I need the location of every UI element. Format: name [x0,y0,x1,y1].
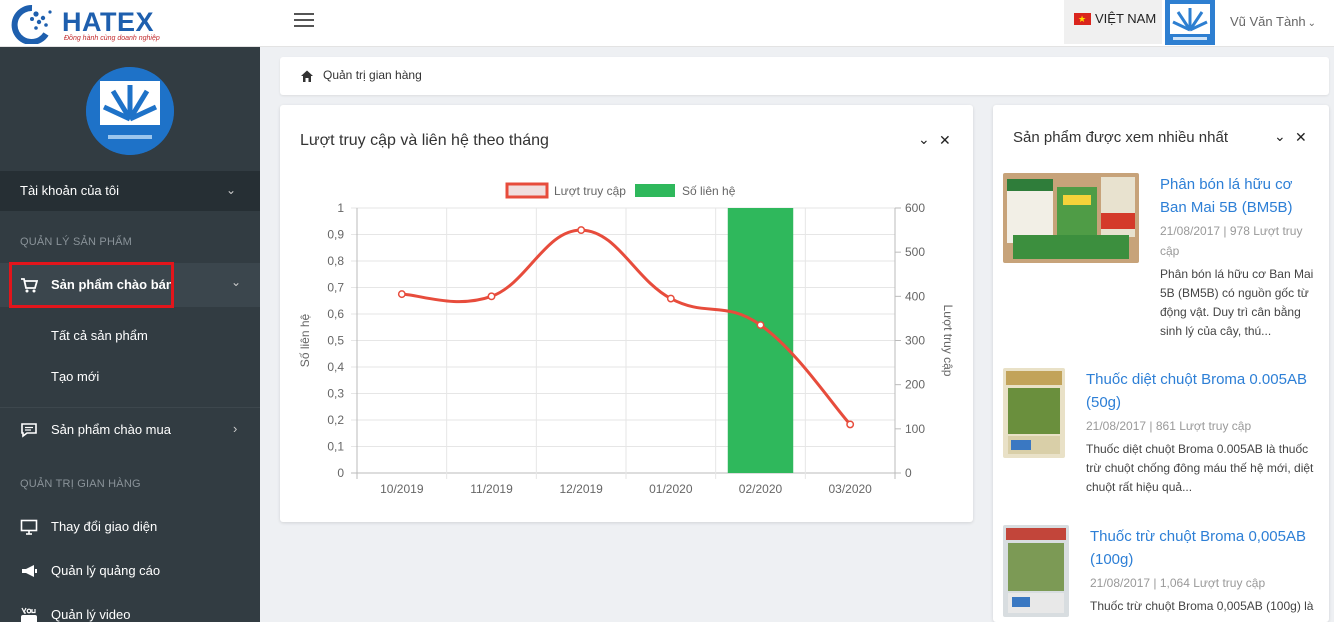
y-tick-label: 0 [337,466,344,480]
y-axis-title: Số liên hệ [298,313,312,367]
logo-tagline: Đồng hành cùng doanh nghiệp [64,35,160,42]
breadcrumb-current: Quản trị gian hàng [323,68,422,82]
product-title-link[interactable]: Thuốc diệt chuột Broma 0.005AB (50g) [1086,368,1321,414]
y-tick-label: 0,5 [327,334,344,348]
monitor-icon [20,519,38,535]
logo-mark-icon [11,4,52,44]
account-menu[interactable]: Tài khoản của tôi ⌄ [0,171,260,211]
y-tick-label: 0,2 [327,413,344,427]
legend-label: Lượt truy cập [554,184,626,198]
y-tick-label: 0,3 [327,387,344,401]
y-tick-label: 0,4 [327,360,344,374]
product-meta: 21/08/2017 | 978 Lượt truy cập [1160,224,1303,258]
megaphone-icon [22,565,37,577]
y-tick-label: 0,8 [327,254,344,268]
chat-icon [21,423,37,438]
y2-tick-label: 300 [905,334,925,348]
close-icon[interactable]: ✕ [1295,129,1307,146]
y-tick-label: 0,9 [327,228,344,242]
line-point [397,290,406,299]
highlight-annotation [9,262,174,308]
product-meta: 21/08/2017 | 1,064 Lượt truy cập [1090,576,1266,590]
product-title-link[interactable]: Thuốc trừ chuột Broma 0,005AB (100g) [1090,525,1322,571]
y-tick-label: 1 [337,201,344,215]
store-logo-thumbnail[interactable] [1165,0,1215,45]
legend-swatch-luot-truy-cap [505,182,549,199]
y-tick-label: 0,7 [327,281,344,295]
y2-tick-label: 500 [905,245,925,259]
home-icon[interactable] [300,69,314,83]
youtube-icon [21,607,37,622]
product-title-link[interactable]: Phân bón lá hữu cơ Ban Mai 5B (BM5B) [1160,173,1320,219]
x-tick-label: 10/2019 [380,482,424,496]
y-tick-label: 0,1 [327,440,344,454]
sidebar-item-change-ui[interactable]: Thay đổi giao diện [0,505,260,549]
y2-tick-label: 100 [905,422,925,436]
menu-toggle-icon[interactable] [294,13,314,33]
line-point [846,420,855,429]
store-avatar[interactable] [86,67,174,155]
y2-tick-label: 0 [905,466,912,480]
sidebar-item-manage-video[interactable]: Quản lý video [0,593,260,622]
y2-tick-label: 600 [905,201,925,215]
product-description: Thuốc diệt chuột Broma 0.005AB là thuốc … [1086,442,1314,494]
card-title: Sản phẩm được xem nhiều nhất [1013,129,1229,146]
sidebar-item-label: Quản lý quảng cáo [51,563,161,578]
sidebar-item-label: Thay đổi giao diện [51,519,158,534]
product-image[interactable] [1003,173,1139,263]
product-image[interactable] [1003,368,1065,458]
product-description: Phân bón lá hữu cơ Ban Mai 5B (BM5B) có … [1160,267,1314,338]
legend-swatch-so-lien-he [635,184,675,197]
bar-so-lien-he [727,208,794,473]
line-point [577,226,586,235]
chevron-right-icon: › [233,421,238,436]
legend-label: Số liên hệ [682,184,736,198]
sidebar-item-buy-products[interactable]: Sản phẩm chào mua › [0,407,260,451]
section-products-title: QUẢN LÝ SẢN PHẨM [20,236,133,248]
product-image[interactable] [1003,525,1069,617]
user-menu[interactable]: Vũ Văn Tành ⌄ [1230,14,1316,29]
logo-name: HATEX [62,7,155,37]
top-bar: HATEX Đồng hành cùng doanh nghiệp ★ VIỆT… [0,0,1334,47]
line-point [487,292,496,301]
y-tick-label: 0,6 [327,307,344,321]
visits-contacts-chart: Lượt truy cập Số liên hệ 0 0,1 0,2 0,3 0,4 0,5… [298,182,955,496]
breadcrumb: Quản trị gian hàng [280,57,1329,95]
y2-tick-label: 400 [905,289,925,303]
language-selector[interactable]: ★ VIỆT NAM [1064,0,1162,44]
x-tick-label: 12/2019 [559,482,603,496]
user-name: Vũ Văn Tành [1230,14,1306,29]
most-viewed-products-card: Sản phẩm được xem nhiều nhất ⌄ ✕ Phân bó… [993,105,1329,622]
x-tick-label: 03/2020 [828,482,872,496]
hatex-logo[interactable]: HATEX Đồng hành cùng doanh nghiệp [6,4,160,44]
x-tick-label: 01/2020 [649,482,693,496]
x-tick-label: 02/2020 [739,482,783,496]
chevron-down-icon: ⌄ [1307,18,1317,29]
language-label: VIỆT NAM [1095,11,1157,26]
line-point [666,294,675,303]
y2-axis-title: Lượt truy cập [941,305,955,377]
visits-contacts-chart-card: Lượt truy cập và liên hệ theo tháng ⌄ ✕ … [280,105,973,522]
x-tick-label: 11/2019 [470,482,513,496]
sidebar-item-create-new[interactable]: Tạo mới [51,369,99,384]
chevron-down-icon: ⌄ [226,183,237,197]
account-label: Tài khoản của tôi [20,183,120,198]
product-meta: 21/08/2017 | 861 Lượt truy cập [1086,419,1252,433]
sidebar-item-all-products[interactable]: Tất cả sản phẩm [51,328,148,343]
sidebar-item-label: Quản lý video [51,607,131,622]
sidebar-item-label: Sản phẩm chào mua [51,422,171,437]
sidebar-item-manage-ads[interactable]: Quản lý quảng cáo [0,549,260,593]
sidebar: Tài khoản của tôi ⌄ QUẢN LÝ SẢN PHẨM Sản… [0,47,260,622]
y2-tick-label: 200 [905,378,925,392]
collapse-icon[interactable]: ⌄ [1274,128,1286,145]
section-store-title: QUẢN TRỊ GIAN HÀNG [20,478,141,490]
vietnam-flag-icon: ★ [1074,13,1091,25]
chevron-down-icon: ⌄ [231,275,242,289]
line-point [756,321,765,329]
product-description: Thuốc trừ chuột Broma 0,005AB (100g) là [1090,599,1314,613]
